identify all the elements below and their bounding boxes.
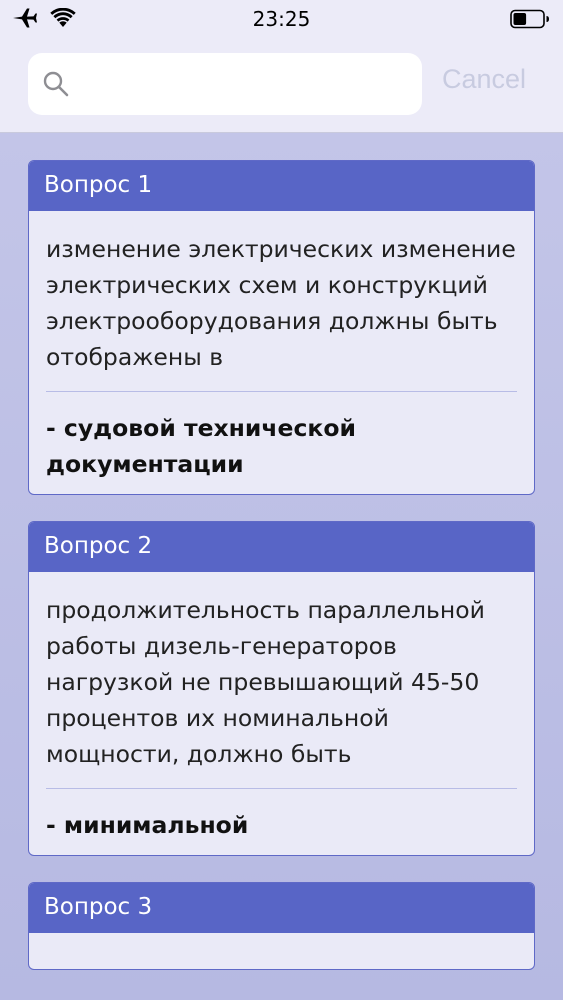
question-text: изменение электрических изменение электр… (46, 235, 516, 371)
card-header: Вопрос 2 (29, 522, 534, 572)
header-divider (0, 132, 563, 133)
search-bar: Cancel (0, 50, 563, 118)
question-card[interactable]: Вопрос 2 продолжительность параллельной … (28, 521, 535, 856)
battery-icon (510, 9, 550, 33)
card-header: Вопрос 1 (29, 161, 534, 211)
search-field[interactable] (28, 53, 422, 115)
search-icon (42, 70, 70, 98)
answer-text: - минимальной (46, 811, 249, 839)
question-card[interactable]: Вопрос 3 (28, 882, 535, 970)
questions-list[interactable]: Вопрос 1 изменение электрических изменен… (28, 160, 535, 970)
answer-text: - судовой технической документации (46, 414, 356, 478)
question-card[interactable]: Вопрос 1 изменение электрических изменен… (28, 160, 535, 495)
status-bar: 23:25 (0, 0, 563, 38)
search-input[interactable] (80, 65, 414, 103)
cancel-button[interactable]: Cancel (442, 64, 526, 95)
question-text: продолжительность параллельной работы ди… (46, 596, 485, 768)
card-header: Вопрос 3 (29, 883, 534, 933)
status-time: 23:25 (252, 7, 311, 31)
question-text (29, 933, 534, 969)
